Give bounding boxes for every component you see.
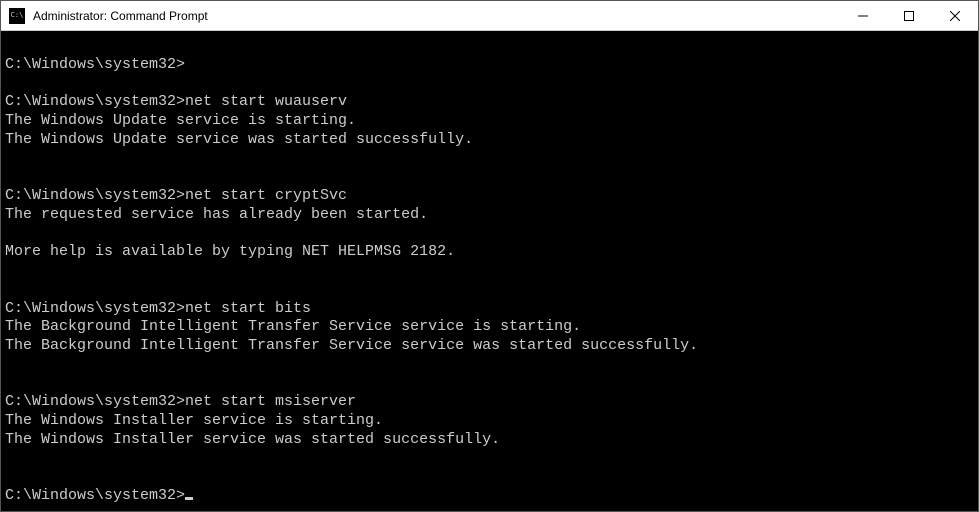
terminal-line xyxy=(5,375,974,394)
terminal-line: The Background Intelligent Transfer Serv… xyxy=(5,337,974,356)
window-controls xyxy=(840,1,978,30)
cursor xyxy=(185,497,193,500)
terminal-line: The Windows Update service was started s… xyxy=(5,131,974,150)
terminal-line xyxy=(5,262,974,281)
terminal-line xyxy=(5,281,974,300)
terminal-line: The Windows Installer service is startin… xyxy=(5,412,974,431)
terminal-line xyxy=(5,75,974,94)
close-icon xyxy=(950,11,960,21)
maximize-button[interactable] xyxy=(886,1,932,30)
terminal-line xyxy=(5,225,974,244)
terminal-line: C:\Windows\system32>net start wuauserv xyxy=(5,93,974,112)
terminal-line xyxy=(5,168,974,187)
terminal-line: C:\Windows\system32> xyxy=(5,487,974,506)
terminal-line: The requested service has already been s… xyxy=(5,206,974,225)
terminal-line: C:\Windows\system32>net start msiserver xyxy=(5,393,974,412)
terminal-output[interactable]: C:\Windows\system32> C:\Windows\system32>… xyxy=(1,31,978,511)
terminal-line: The Windows Installer service was starte… xyxy=(5,431,974,450)
terminal-line xyxy=(5,150,974,169)
window-title: Administrator: Command Prompt xyxy=(31,9,840,23)
terminal-line: C:\Windows\system32>net start cryptSvc xyxy=(5,187,974,206)
terminal-line xyxy=(5,450,974,469)
close-button[interactable] xyxy=(932,1,978,30)
terminal-line: C:\Windows\system32>net start bits xyxy=(5,300,974,319)
terminal-line: C:\Windows\system32> xyxy=(5,56,974,75)
cmd-icon xyxy=(9,8,25,24)
minimize-icon xyxy=(858,11,868,21)
terminal-line: The Windows Update service is starting. xyxy=(5,112,974,131)
maximize-icon xyxy=(904,11,914,21)
minimize-button[interactable] xyxy=(840,1,886,30)
terminal-line xyxy=(5,356,974,375)
terminal-line xyxy=(5,37,974,56)
terminal-line xyxy=(5,468,974,487)
title-bar[interactable]: Administrator: Command Prompt xyxy=(1,1,978,31)
terminal-line: More help is available by typing NET HEL… xyxy=(5,243,974,262)
terminal-line: The Background Intelligent Transfer Serv… xyxy=(5,318,974,337)
